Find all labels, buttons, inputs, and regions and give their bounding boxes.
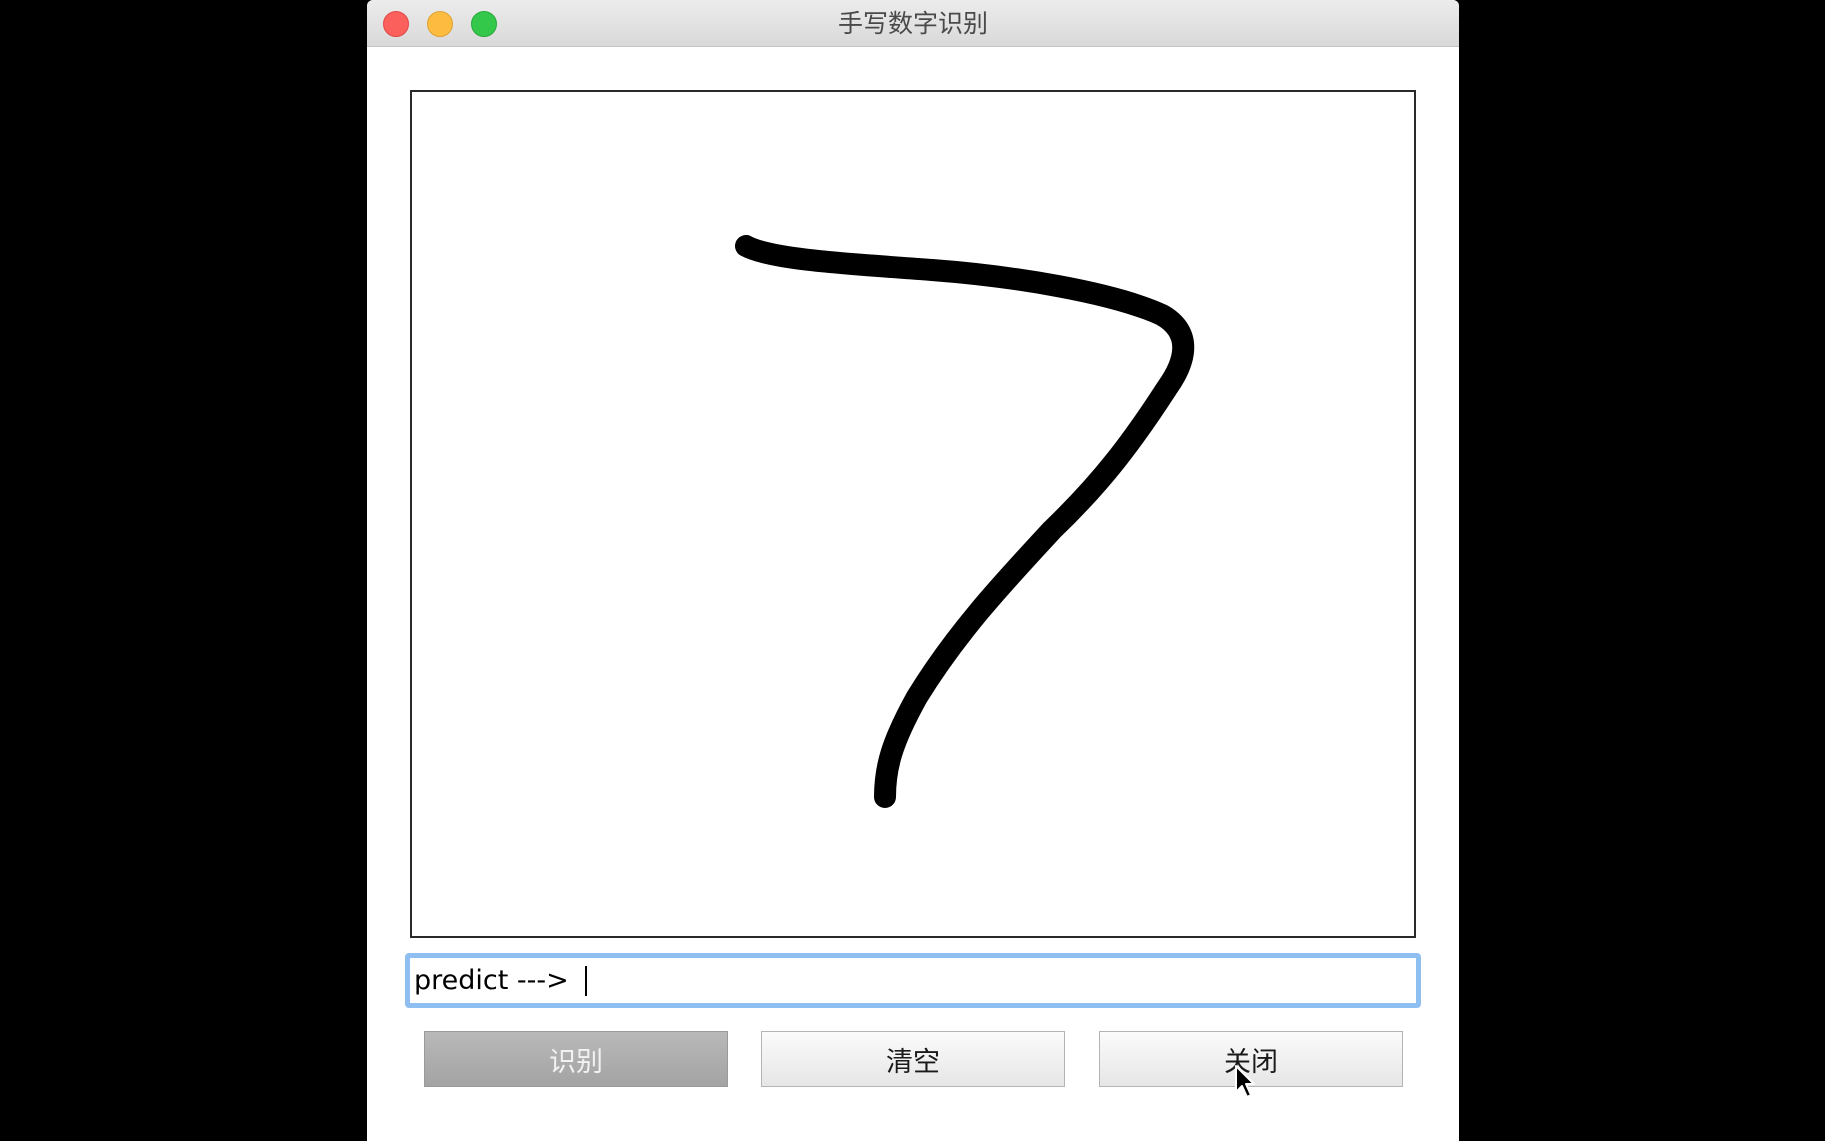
window-title: 手写数字识别 <box>837 9 988 38</box>
app-window: 手写数字识别 predict ---> 识别 清空 关闭 <box>367 0 1459 1141</box>
prediction-input[interactable]: predict ---> <box>405 953 1421 1008</box>
clear-button[interactable]: 清空 <box>761 1031 1065 1087</box>
mouse-pointer-icon <box>1235 1065 1255 1098</box>
drawing-canvas[interactable] <box>410 90 1416 938</box>
text-caret <box>585 965 588 996</box>
prediction-text: predict ---> <box>414 965 578 996</box>
recognize-button[interactable]: 识别 <box>424 1031 728 1087</box>
title-bar[interactable]: 手写数字识别 <box>367 0 1459 47</box>
handwritten-stroke <box>735 235 1195 808</box>
